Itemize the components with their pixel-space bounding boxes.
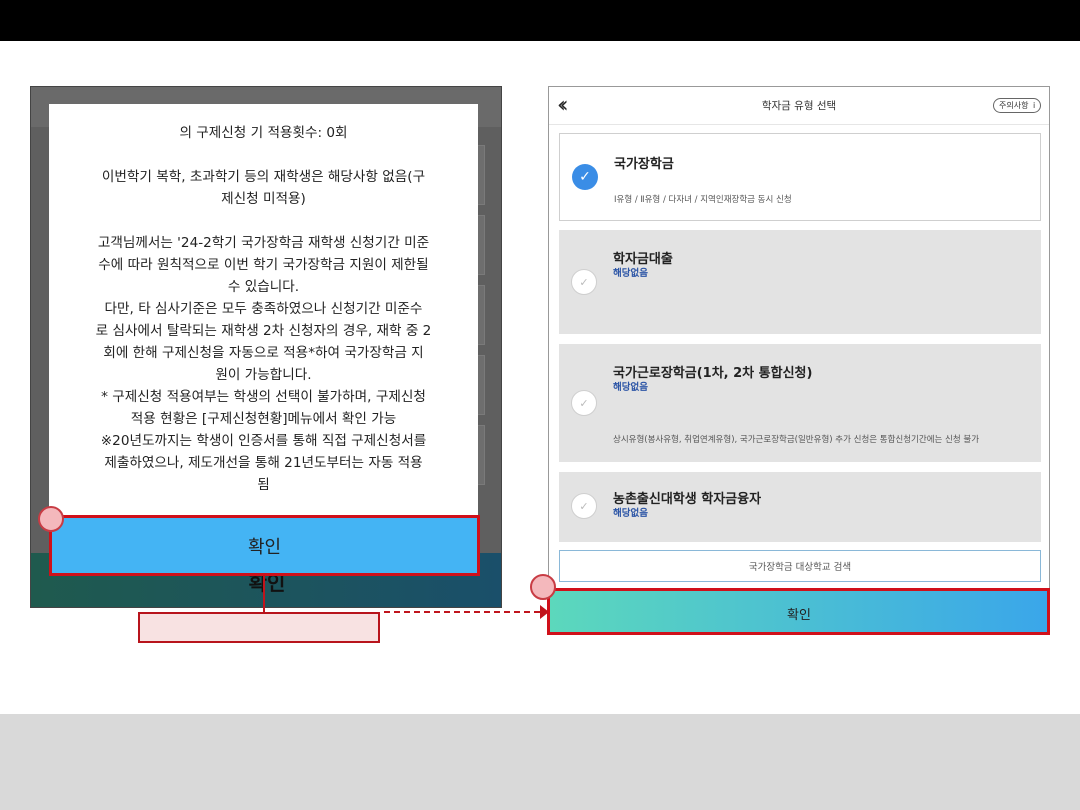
modal-line: 고객님께서는 '24-2학기 국가장학금 재학생 신청기간 미준: [97, 235, 430, 251]
option-subtitle: 해당없음: [613, 382, 648, 393]
check-circle-icon: ✓: [572, 164, 598, 190]
check-circle-icon: ✓: [571, 493, 597, 519]
option-subtitle: 해당없음: [613, 268, 648, 279]
modal-line: ※20년도까지는 학생이 인증서를 통해 직접 구제신청서를: [100, 433, 427, 449]
modal-line: 제신청 미적용): [221, 191, 306, 207]
check-circle-icon: ✓: [571, 390, 597, 416]
option-rural-loan[interactable]: ✓ 농촌출신대학생 학자금융자 해당없음: [559, 472, 1041, 542]
option-desc: Ⅰ유형 / Ⅱ유형 / 다자녀 / 지역인재장학금 동시 신청: [614, 195, 792, 205]
connector-line: [263, 575, 265, 613]
screen-title: 학자금 유형 선택: [761, 100, 837, 112]
notice-label: 주의사항: [999, 101, 1029, 110]
modal-line: 의 구제신청 기 적용횟수: 0회: [179, 125, 348, 141]
top-banner: [0, 0, 1080, 41]
school-search-button[interactable]: 국가장학금 대상학교 검색: [559, 550, 1041, 582]
option-work-study[interactable]: ✓ 국가근로장학금(1차, 2차 통합신청) 해당없음 상시유형(봉사유형, 취…: [559, 344, 1041, 462]
highlight-box-left: [49, 515, 480, 576]
info-icon: i: [1033, 101, 1036, 110]
modal-line: 됨: [257, 477, 270, 493]
modal-line: 적용 현황은 [구제신청현황]메뉴에서 확인 가능: [130, 411, 397, 427]
step-marker-left: [38, 506, 64, 532]
caption-box: [138, 612, 380, 643]
dashed-arrow-line: [384, 611, 540, 613]
screen-header: ‹‹ 학자금 유형 선택 주의사항 i: [549, 87, 1049, 125]
option-title: 국가장학금: [614, 157, 674, 172]
modal-line: * 구제신청 적용여부는 학생의 선택이 불가하며, 구제신청: [101, 389, 426, 405]
option-student-loan[interactable]: ✓ 학자금대출 해당없음: [559, 230, 1041, 334]
option-subtitle: 해당없음: [613, 508, 648, 519]
modal-line: 수에 따라 원칙적으로 이번 학기 국가장학금 지원이 제한될: [98, 257, 429, 273]
modal-line: 회에 한해 구제신청을 자동으로 적용*하여 국가장학금 지: [103, 345, 424, 361]
option-national-scholarship[interactable]: ✓ 국가장학금 Ⅰ유형 / Ⅱ유형 / 다자녀 / 지역인재장학금 동시 신청: [559, 133, 1041, 221]
modal-line: 제출하였으나, 제도개선을 통해 21년도부터는 자동 적용: [104, 455, 423, 471]
bottom-banner: [0, 714, 1080, 810]
relief-application-modal: 의 구제신청 기 적용횟수: 0회 이번학기 복학, 초과학기 등의 재학생은 …: [49, 104, 478, 574]
modal-line: 다만, 타 심사기준은 모두 충족하였으나 신청기간 미준수: [104, 301, 423, 317]
right-screenshot: ‹‹ 학자금 유형 선택 주의사항 i ✓ 국가장학금 Ⅰ유형 / Ⅱ유형 / …: [548, 86, 1050, 634]
modal-body: 의 구제신청 기 적용횟수: 0회 이번학기 복학, 초과학기 등의 재학생은 …: [49, 122, 478, 496]
notice-button[interactable]: 주의사항 i: [993, 98, 1042, 113]
modal-line: 이번학기 복학, 초과학기 등의 재학생은 해당사항 없음(구: [101, 169, 426, 185]
highlight-box-right: [547, 588, 1050, 635]
modal-line: 로 심사에서 탈락되는 재학생 2차 신청자의 경우, 재학 중 2: [95, 323, 432, 339]
check-circle-icon: ✓: [571, 269, 597, 295]
modal-line: 원이 가능합니다.: [215, 367, 312, 383]
option-desc: 상시유형(봉사유형, 취업연계유형), 국가근로장학금(일반유형) 추가 신청은…: [613, 435, 980, 445]
step-marker-right: [530, 574, 556, 600]
modal-line: 수 있습니다.: [227, 279, 300, 295]
